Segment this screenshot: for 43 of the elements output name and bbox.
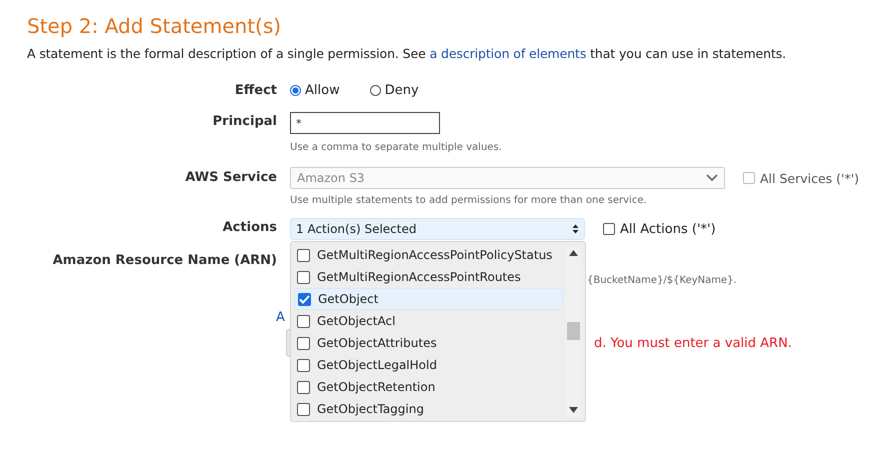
step-heading: Step 2: Add Statement(s) (27, 14, 282, 38)
field-label: AWS Service (184, 170, 277, 185)
link[interactable]: A (276, 310, 285, 325)
field-hint: Use a comma to separate multiple values. (290, 142, 503, 153)
elements-link[interactable]: a description of elements (430, 46, 586, 61)
error-message: d. You must enter a valid ARN. (594, 336, 792, 350)
radio-button[interactable] (290, 85, 301, 96)
list-item[interactable]: GetObjectRetention (294, 376, 563, 398)
list-item[interactable]: GetObjectAttributes (294, 332, 563, 354)
scroll-up-icon[interactable] (569, 250, 578, 256)
checkbox[interactable] (297, 380, 310, 394)
field-label: Effect (234, 83, 277, 98)
field-label: Amazon Resource Name (ARN) (52, 253, 277, 268)
field-hint: Use multiple statements to add permissions for more than one service. (290, 195, 648, 206)
checkbox[interactable] (297, 402, 310, 416)
field-label: Principal (212, 114, 277, 129)
list-item[interactable]: GetObjectTagging (294, 398, 563, 420)
chevron-icon (706, 174, 718, 182)
sort-arrows-icon (572, 224, 579, 234)
field-hint: {BucketName}/${KeyName}. (587, 275, 738, 286)
checkbox[interactable] (297, 314, 310, 328)
checkbox[interactable] (603, 223, 615, 235)
checkbox[interactable] (297, 270, 310, 284)
scrollbar-thumb[interactable] (567, 322, 580, 340)
principal-field[interactable]: * (290, 112, 440, 134)
checkbox-label: All Actions ('*') (620, 222, 716, 236)
checkbox[interactable] (298, 292, 311, 306)
list-item[interactable]: GetObjectAcl (294, 310, 563, 332)
list-item[interactable]: GetMultiRegionAccessPointRoutes (294, 266, 563, 288)
actions-select[interactable]: 1 Action(s) Selected (290, 218, 585, 240)
scroll-down-icon[interactable] (569, 407, 578, 413)
list-item[interactable]: GetObject (294, 288, 563, 310)
checkbox[interactable] (297, 248, 310, 262)
checkbox[interactable] (297, 336, 310, 350)
intro-text: A statement is the formal description of a single permission. See a description of elements that you can use in statements. (27, 46, 788, 61)
radio-label: Allow (305, 83, 340, 98)
list-item[interactable]: GetObjectLegalHold (294, 354, 563, 376)
radio-label: Deny (384, 83, 419, 98)
checkbox-label: All Services ('*') (760, 170, 860, 186)
list-item[interactable]: GetMultiRegionAccessPointPolicyStatus (294, 244, 563, 266)
radio-button[interactable] (370, 85, 381, 96)
checkbox[interactable] (297, 358, 310, 372)
field-label: Actions (222, 220, 277, 235)
